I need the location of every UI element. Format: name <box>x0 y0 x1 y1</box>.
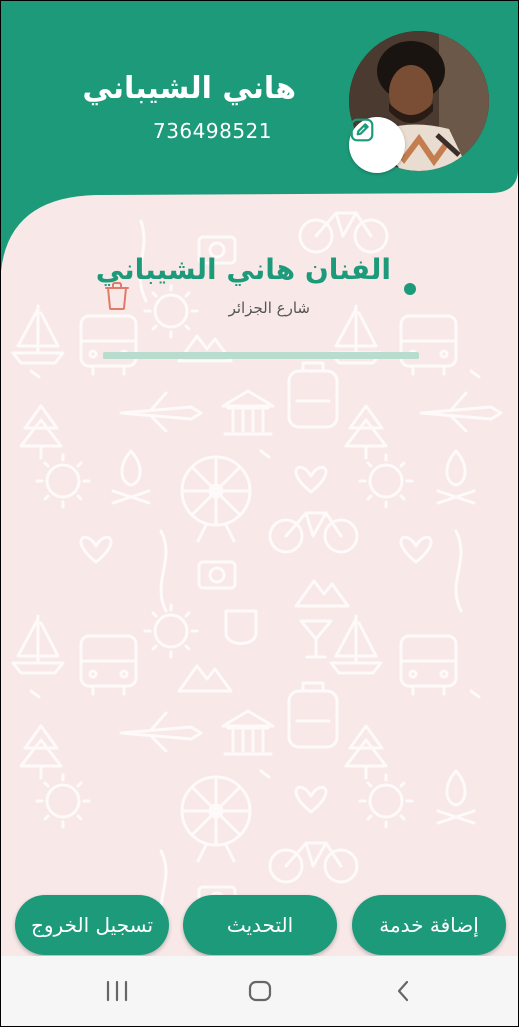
bullet-dot <box>404 283 416 295</box>
app-screen: هاني الشيباني 736498521 الفنان هاني الشي… <box>0 0 519 1027</box>
edit-profile-button[interactable] <box>349 117 405 173</box>
add-service-button[interactable]: إضافة خدمة <box>352 895 506 955</box>
trash-icon[interactable] <box>103 281 131 311</box>
item-divider <box>103 352 419 359</box>
refresh-button[interactable]: التحديث <box>183 895 337 955</box>
system-nav-bar <box>1 956 518 1026</box>
service-address: شارع الجزائر <box>228 299 310 317</box>
profile-name: هاني الشيباني <box>82 71 296 106</box>
back-icon[interactable] <box>393 976 413 1006</box>
home-icon[interactable] <box>246 976 274 1006</box>
profile-phone: 736498521 <box>152 119 272 143</box>
logout-button[interactable]: تسجيل الخروج <box>15 895 169 955</box>
recent-apps-icon[interactable] <box>104 976 130 1006</box>
pencil-icon <box>350 118 374 142</box>
service-title: الفنان هاني الشيباني <box>95 253 391 286</box>
